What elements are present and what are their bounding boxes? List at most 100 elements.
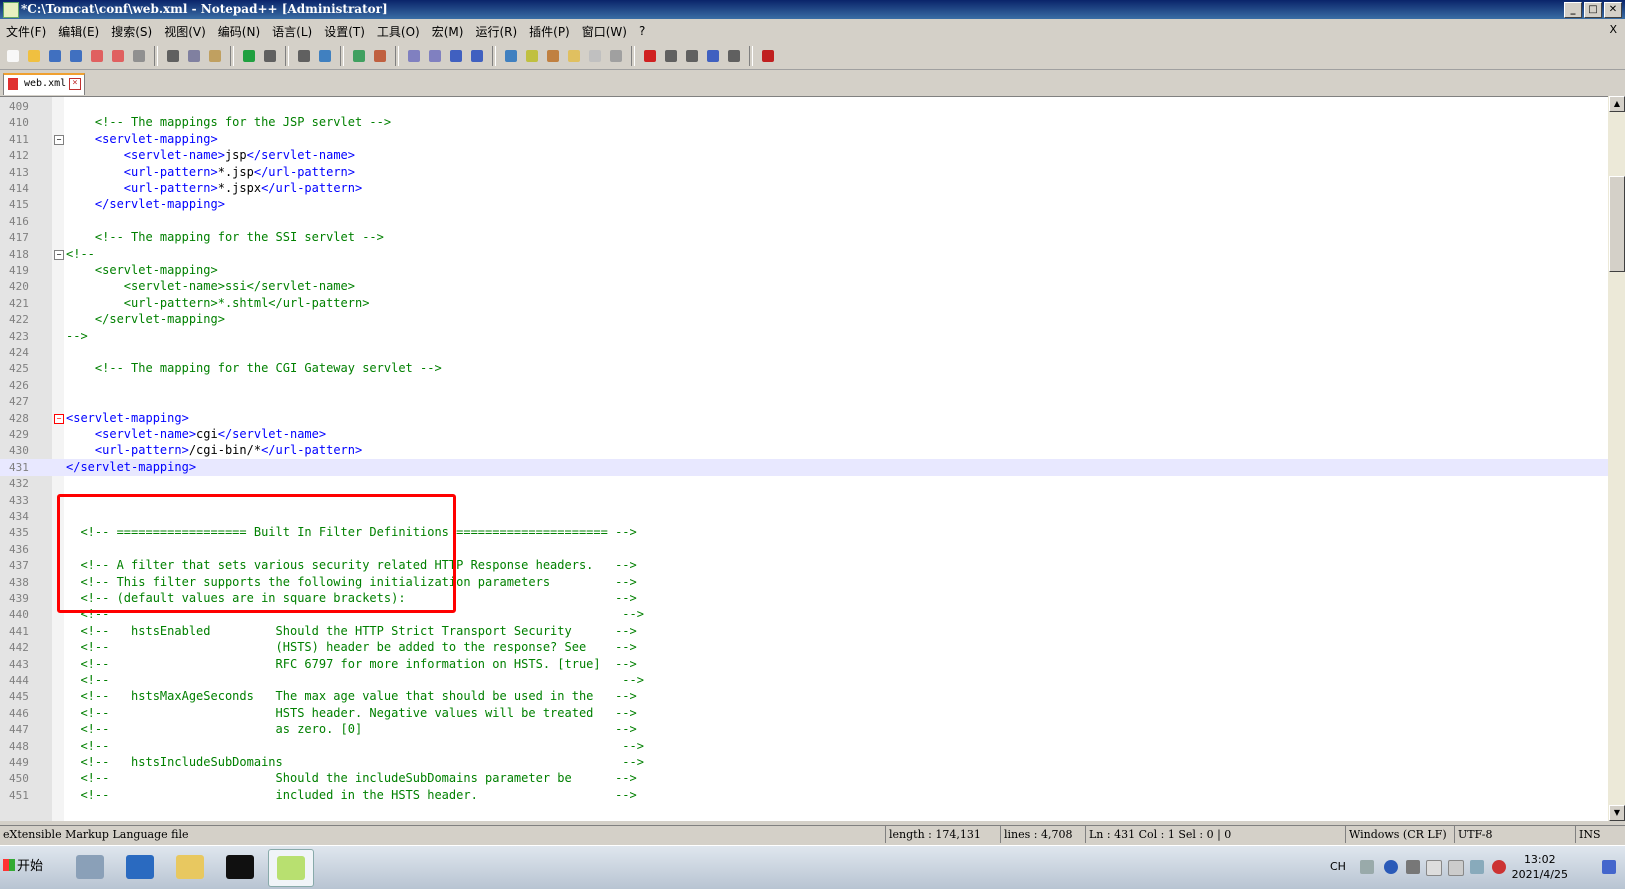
menu-item-10[interactable]: 插件(P)	[523, 23, 576, 40]
code-line[interactable]: 412 <servlet-name>jsp</servlet-name>	[0, 147, 1608, 164]
menu-item-1[interactable]: 编辑(E)	[52, 23, 105, 40]
folder-workspace-icon[interactable]	[565, 47, 583, 65]
start-button[interactable]: 开始	[3, 850, 49, 884]
notepadpp-icon[interactable]	[268, 849, 314, 887]
tab-web-xml[interactable]: web.xml ×	[3, 73, 85, 95]
code-line[interactable]: 425 <!-- The mapping for the CGI Gateway…	[0, 360, 1608, 377]
print-icon[interactable]	[130, 47, 148, 65]
code-line[interactable]: 417 <!-- The mapping for the SSI servlet…	[0, 229, 1608, 246]
new-file-icon[interactable]	[4, 47, 22, 65]
minimize-button[interactable]: _	[1564, 2, 1582, 18]
code-line[interactable]: 441 <!-- hstsEnabled Should the HTTP Str…	[0, 623, 1608, 640]
play-macro-icon[interactable]	[683, 47, 701, 65]
keyboard-icon[interactable]	[1360, 860, 1374, 874]
code-line[interactable]: 424	[0, 344, 1608, 361]
code-line[interactable]: 442 <!-- (HSTS) header be added to the r…	[0, 639, 1608, 656]
menu-item-4[interactable]: 编码(N)	[212, 23, 266, 40]
code-line[interactable]: 409	[0, 98, 1608, 115]
menu-item-5[interactable]: 语言(L)	[266, 23, 318, 40]
doc-map-icon[interactable]	[523, 47, 541, 65]
undo-icon[interactable]	[240, 47, 258, 65]
stop-record-icon[interactable]	[662, 47, 680, 65]
doc-list-icon[interactable]	[586, 47, 604, 65]
menu-item-0[interactable]: 文件(F)	[0, 23, 52, 40]
volume-muted-icon[interactable]	[1492, 860, 1506, 874]
fold-toggle-icon[interactable]: −	[54, 413, 64, 424]
action-center-flag-icon[interactable]	[1426, 860, 1442, 876]
vertical-scrollbar[interactable]: ▲ ▼	[1608, 96, 1625, 821]
scroll-up-icon[interactable]: ▲	[1609, 96, 1625, 112]
code-line[interactable]: 431 </servlet-mapping>	[0, 458, 1608, 476]
open-file-icon[interactable]	[25, 47, 43, 65]
zoom-out-icon[interactable]	[371, 47, 389, 65]
code-line[interactable]: 414 <url-pattern>*.jspx</url-pattern>	[0, 180, 1608, 197]
copy-icon[interactable]	[185, 47, 203, 65]
find-icon[interactable]	[295, 47, 313, 65]
save-icon[interactable]	[46, 47, 64, 65]
code-line[interactable]: 418 − <!--	[0, 246, 1608, 263]
menu-item-12[interactable]: ?	[633, 24, 651, 38]
explorer-icon[interactable]	[168, 849, 212, 885]
menu-item-9[interactable]: 运行(R)	[469, 23, 523, 40]
code-line[interactable]: 423 -->	[0, 328, 1608, 345]
network-icon[interactable]	[1470, 860, 1484, 874]
restore-button[interactable]: □	[1584, 2, 1602, 18]
code-line[interactable]: 449 <!-- hstsIncludeSubDomains -->	[0, 754, 1608, 771]
spell-check-icon[interactable]	[759, 47, 777, 65]
run-macro-multiple-icon[interactable]	[704, 47, 722, 65]
code-line[interactable]: 428 − <servlet-mapping>	[0, 410, 1608, 427]
sync-horizontal-icon[interactable]	[426, 47, 444, 65]
code-line[interactable]: 446 <!-- HSTS header. Negative values wi…	[0, 705, 1608, 722]
cut-icon[interactable]	[164, 47, 182, 65]
cmd-icon[interactable]	[218, 849, 262, 885]
code-line[interactable]: 447 <!-- as zero. [0] -->	[0, 721, 1608, 738]
close-document-button[interactable]: X	[1609, 23, 1617, 36]
zoom-in-icon[interactable]	[350, 47, 368, 65]
code-line[interactable]: 432	[0, 475, 1608, 492]
notepadpp-app-icon[interactable]	[3, 2, 19, 18]
code-line[interactable]: 421 <url-pattern>*.shtml</url-pattern>	[0, 295, 1608, 312]
paste-icon[interactable]	[206, 47, 224, 65]
show-desktop-icon[interactable]	[1602, 860, 1616, 874]
function-list-icon[interactable]	[544, 47, 562, 65]
code-line[interactable]: 427	[0, 393, 1608, 410]
help-icon[interactable]	[1384, 860, 1398, 874]
powershell-icon[interactable]	[118, 849, 162, 885]
monitoring-icon[interactable]	[607, 47, 625, 65]
indent-guide-icon[interactable]	[502, 47, 520, 65]
replace-icon[interactable]	[316, 47, 334, 65]
code-line[interactable]: 451 <!-- included in the HSTS header. --…	[0, 787, 1608, 804]
server-manager-icon[interactable]	[68, 849, 112, 885]
code-line[interactable]: 420 <servlet-name>ssi</servlet-name>	[0, 278, 1608, 295]
clock[interactable]: 13:02 2021/4/25	[1512, 852, 1568, 882]
code-line[interactable]: 444 <!-- -->	[0, 672, 1608, 689]
code-line[interactable]: 443 <!-- RFC 6797 for more information o…	[0, 656, 1608, 673]
menu-item-3[interactable]: 视图(V)	[158, 23, 212, 40]
code-line[interactable]: 450 <!-- Should the includeSubDomains pa…	[0, 770, 1608, 787]
device-icon[interactable]	[1448, 860, 1464, 876]
close-button[interactable]: ✕	[1604, 2, 1622, 18]
fold-toggle-icon[interactable]: −	[54, 249, 64, 260]
close-icon[interactable]	[88, 47, 106, 65]
show-hidden-icons-icon[interactable]	[1406, 860, 1420, 874]
language-indicator[interactable]: CH	[1330, 860, 1346, 873]
code-line[interactable]: 422 </servlet-mapping>	[0, 311, 1608, 328]
close-all-icon[interactable]	[109, 47, 127, 65]
save-all-icon[interactable]	[67, 47, 85, 65]
code-line[interactable]: 410 <!-- The mappings for the JSP servle…	[0, 114, 1608, 131]
code-line[interactable]: 419 <servlet-mapping>	[0, 262, 1608, 279]
code-line[interactable]: 429 <servlet-name>cgi</servlet-name>	[0, 426, 1608, 443]
show-all-chars-icon[interactable]	[468, 47, 486, 65]
fold-toggle-icon[interactable]: −	[54, 134, 64, 145]
menu-item-8[interactable]: 宏(M)	[426, 23, 470, 40]
sync-vertical-icon[interactable]	[405, 47, 423, 65]
word-wrap-icon[interactable]	[447, 47, 465, 65]
editor[interactable]: 409 410 <!-- The mappings for the JSP ser…	[0, 96, 1608, 821]
code-line[interactable]: 445 <!-- hstsMaxAgeSeconds The max age v…	[0, 688, 1608, 705]
redo-icon[interactable]	[261, 47, 279, 65]
code-line[interactable]: 411 − <servlet-mapping>	[0, 131, 1608, 148]
scrollbar-thumb[interactable]	[1609, 176, 1625, 272]
menu-item-2[interactable]: 搜索(S)	[105, 23, 158, 40]
tab-close-icon[interactable]: ×	[69, 78, 81, 90]
menu-item-11[interactable]: 窗口(W)	[576, 23, 633, 40]
